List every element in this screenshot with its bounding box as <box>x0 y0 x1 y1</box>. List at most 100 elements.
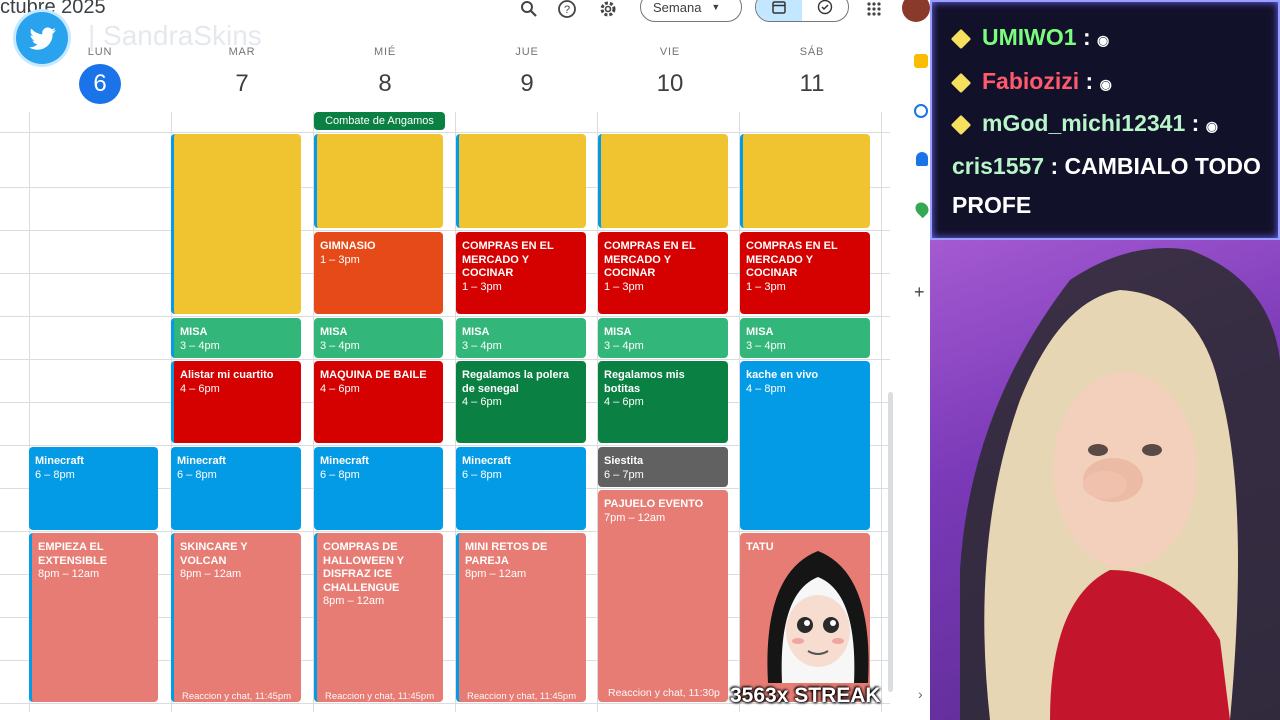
event-block-sat[interactable] <box>740 134 870 228</box>
view-selector-label: Semana <box>653 0 702 15</box>
event-time: 7pm – 12am <box>604 511 666 524</box>
event-title: COMPRAS EN EL MERCADO Y COCINAR <box>604 240 696 279</box>
event-wed-minecraft[interactable]: Minecraft 6 – 8pm <box>314 447 443 530</box>
day-number-wed[interactable]: 8 <box>364 64 406 104</box>
event-more-label: Reaccion y chat, 11:45pm <box>467 690 577 702</box>
add-icon[interactable]: + <box>914 282 925 303</box>
event-time: 1 – 3pm <box>604 280 644 293</box>
event-fri-compras[interactable]: COMPRAS EN EL MERCADO Y COCINAR 1 – 3pm <box>598 232 728 314</box>
day-number-sat[interactable]: 11 <box>791 64 833 104</box>
event-time: 3 – 4pm <box>462 339 502 352</box>
all-day-event[interactable]: Combate de Angamos <box>314 112 445 130</box>
event-thu-retos[interactable]: MINI RETOS DE PAREJA 8pm – 12am Reaccion… <box>456 533 586 702</box>
event-wed-misa[interactable]: MISA 3 – 4pm <box>314 318 443 358</box>
event-wed-gimnasio[interactable]: GIMNASIO 1 – 3pm <box>314 232 443 314</box>
event-thu-compras[interactable]: COMPRAS EN EL MERCADO Y COCINAR 1 – 3pm <box>456 232 586 314</box>
event-sat-kache[interactable]: kache en vivo 4 – 8pm <box>740 361 870 530</box>
day-abbr-thu: JUE <box>515 46 539 58</box>
event-time: 3 – 4pm <box>180 339 220 352</box>
chevron-right-icon[interactable]: › <box>918 686 923 702</box>
contacts-icon[interactable] <box>916 152 928 166</box>
tasks-check-icon[interactable] <box>802 0 848 21</box>
scrollbar[interactable] <box>888 392 893 692</box>
event-tue-alistar[interactable]: Alistar mi cuartito 4 – 6pm <box>171 361 301 443</box>
day-number-mon[interactable]: 6 <box>79 64 121 104</box>
event-thu-minecraft[interactable]: Minecraft 6 – 8pm <box>456 447 586 530</box>
chat-line: Fabiozizi : ◉ <box>950 68 1112 95</box>
event-time: 4 – 6pm <box>320 382 360 395</box>
event-tue-skincare[interactable]: SKINCARE Y VOLCAN 8pm – 12am Reaccion y … <box>171 533 301 702</box>
event-block-wed[interactable] <box>314 134 443 228</box>
chat-username: Fabiozizi <box>982 68 1080 94</box>
event-fri-misa[interactable]: MISA 3 – 4pm <box>598 318 728 358</box>
event-fri-botitas[interactable]: Regalamos mis botitas 4 – 6pm <box>598 361 728 443</box>
emote-icon: ◉ <box>1097 32 1110 48</box>
event-block-thu[interactable] <box>456 134 586 228</box>
keep-icon[interactable] <box>914 54 928 68</box>
day-number-thu[interactable]: 9 <box>506 64 548 104</box>
event-thu-regalamos[interactable]: Regalamos la polera de senegal 4 – 6pm <box>456 361 586 443</box>
stream-chat-panel: UMIWO1 : ◉ Fabiozizi : ◉ mGod_michi12341… <box>930 0 1280 240</box>
event-title: MISA <box>180 326 208 338</box>
event-title: Siestita <box>604 455 644 467</box>
event-tue-misa[interactable]: MISA 3 – 4pm <box>171 318 301 358</box>
grid-line <box>0 316 890 317</box>
day-number-tue[interactable]: 7 <box>221 64 263 104</box>
event-block-fri[interactable] <box>598 134 728 228</box>
event-fri-siestita[interactable]: Siestita 6 – 7pm <box>598 447 728 487</box>
webcam-feed <box>930 240 1280 720</box>
event-title: MAQUINA DE BAILE <box>320 369 427 381</box>
tasks-icon[interactable] <box>914 104 928 118</box>
svg-text:?: ? <box>564 4 570 16</box>
event-wed-compras[interactable]: COMPRAS DE HALLOWEEN Y DISFRAZ ICE CHALL… <box>314 533 443 702</box>
user-avatar[interactable] <box>902 0 930 22</box>
settings-gear-icon[interactable] <box>596 0 620 20</box>
chat-username: cris1557 <box>952 153 1045 179</box>
caret-down-icon: ▼ <box>711 2 721 12</box>
calendar-view-icon[interactable] <box>756 0 802 21</box>
help-icon[interactable]: ? <box>555 0 579 20</box>
view-toggle-group <box>755 0 849 22</box>
twitter-icon <box>16 12 68 64</box>
event-mon-minecraft[interactable]: Minecraft 6 – 8pm <box>29 447 158 530</box>
chat-message: : CAMBIALO TODO <box>1050 153 1261 179</box>
streak-label: 3563x STREAK <box>730 684 881 707</box>
event-fri-pajuelo[interactable]: PAJUELO EVENTO 7pm – 12am Reaccion y cha… <box>598 490 728 702</box>
chat-username: mGod_michi12341 <box>982 110 1186 136</box>
emote-icon: ◉ <box>1099 76 1112 92</box>
event-mon-empieza[interactable]: EMPIEZA EL EXTENSIBLE 8pm – 12am <box>29 533 158 702</box>
event-time: 3 – 4pm <box>320 339 360 352</box>
event-time: 8pm – 12am <box>38 568 100 580</box>
view-selector-dropdown[interactable]: Semana ▼ <box>640 0 742 22</box>
event-title: Regalamos la polera de senegal <box>462 369 569 395</box>
event-title: SKINCARE Y VOLCAN <box>180 541 248 567</box>
day-number-fri[interactable]: 10 <box>649 64 691 104</box>
grid-line <box>0 359 890 360</box>
day-abbr-sat: SÁB <box>799 46 825 58</box>
event-thu-misa[interactable]: MISA 3 – 4pm <box>456 318 586 358</box>
day-abbr-tue: MAR <box>228 46 256 58</box>
chat-message: : <box>1191 110 1200 136</box>
event-title: COMPRAS EN EL MERCADO Y COCINAR <box>746 240 838 279</box>
chat-line: UMIWO1 : ◉ <box>950 24 1110 51</box>
search-icon[interactable] <box>517 0 541 20</box>
event-sat-misa[interactable]: MISA 3 – 4pm <box>740 318 870 358</box>
maps-icon[interactable] <box>912 199 930 219</box>
event-title: MISA <box>320 326 348 338</box>
event-tue-minecraft[interactable]: Minecraft 6 – 8pm <box>171 447 301 530</box>
event-more-label: Reaccion y chat, 11:30p <box>608 686 720 699</box>
event-wed-maquina[interactable]: MAQUINA DE BAILE 4 – 6pm <box>314 361 443 443</box>
event-block-tue[interactable] <box>171 134 301 314</box>
apps-grid-icon[interactable] <box>862 0 886 20</box>
event-title: Alistar mi cuartito <box>180 369 274 381</box>
chat-message: PROFE <box>952 192 1032 218</box>
diamond-badge-icon <box>950 28 972 50</box>
event-more-label: Reaccion y chat, 11:45pm <box>182 690 292 702</box>
chat-line: PROFE <box>952 192 1031 219</box>
event-time: 8pm – 12am <box>323 595 385 607</box>
event-time: 3 – 4pm <box>746 339 786 352</box>
event-sat-compras[interactable]: COMPRAS EN EL MERCADO Y COCINAR 1 – 3pm <box>740 232 870 314</box>
event-time: 1 – 3pm <box>462 280 502 293</box>
event-time: 4 – 6pm <box>462 396 502 408</box>
event-time: 4 – 8pm <box>746 382 786 395</box>
